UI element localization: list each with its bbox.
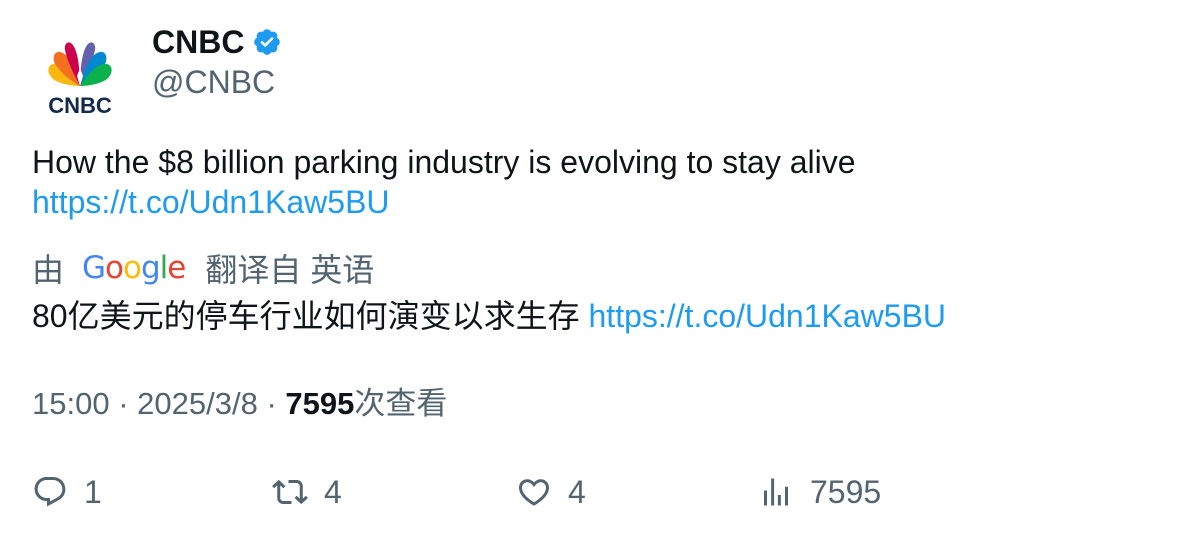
views-button[interactable]: 7595 [758,470,881,514]
meta-separator: · [118,386,129,421]
views-label: 次查看 [354,386,448,421]
avatar-logo-text: CNBC [48,93,112,118]
author-name-row: CNBC [152,22,282,62]
tweet-text-body: How the $8 billion parking industry is e… [32,144,856,180]
views-count: 7595 [810,473,882,510]
like-count: 4 [568,473,586,510]
translation-attribution: 由 Google 翻译自 英语 [32,246,374,290]
meta-separator: · [266,386,277,421]
tweet-meta: 15:00 · 2025/3/8 · 7595次查看 [32,384,447,424]
reply-icon [34,477,66,507]
like-button[interactable]: 4 [516,470,586,514]
tweet-date[interactable]: 2025/3/8 [137,386,258,421]
views-number: 7595 [285,386,355,421]
google-logo-icon[interactable]: Google [82,250,186,286]
translated-by-label: 由 [32,252,65,288]
tweet-actions: 1 4 4 7595 [32,470,1172,514]
retweet-icon [272,479,308,505]
tweet-time[interactable]: 15:00 [32,386,110,421]
verified-badge-icon [254,29,281,55]
reply-count: 1 [84,473,102,510]
peacock-logo-icon [48,42,112,86]
heart-icon [518,479,550,506]
tweet-text: How the $8 billion parking industry is e… [32,142,1162,222]
retweet-button[interactable]: 4 [272,470,342,514]
display-name[interactable]: CNBC [152,22,244,62]
translated-from-label: 翻译自 英语 [205,252,375,288]
author-handle[interactable]: @CNBC [152,62,275,102]
reply-button[interactable]: 1 [32,470,102,514]
translated-text-body: 80亿美元的停车行业如何演变以求生存 [32,298,580,334]
bar-chart-icon [764,478,788,506]
tweet-link[interactable]: https://t.co/Udn1Kaw5BU [32,182,1162,222]
translated-text: 80亿美元的停车行业如何演变以求生存 https://t.co/Udn1Kaw5… [32,296,1172,336]
cnbc-avatar[interactable]: CNBC [32,24,128,120]
retweet-count: 4 [324,473,342,510]
translated-link[interactable]: https://t.co/Udn1Kaw5BU [589,298,947,334]
